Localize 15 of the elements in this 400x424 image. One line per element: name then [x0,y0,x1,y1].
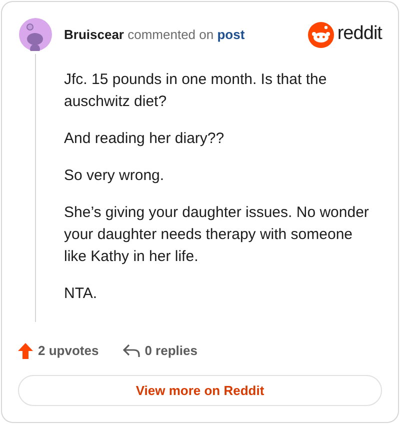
comment-paragraph: NTA. [64,284,98,304]
reply-count: 0 replies [144,342,198,360]
post-link[interactable]: post [217,26,245,42]
comment-paragraph: So very wrong. [64,166,166,186]
reply-icon[interactable] [122,344,140,358]
view-more-button[interactable]: View more on Reddit [18,375,382,406]
comment-paragraph: Jfc. 15 pounds in one month. Is that the auschwitz diet? [64,70,328,112]
comment-paragraph: And reading her diary?? [64,129,226,149]
upvote-count: 2 upvotes [38,342,99,360]
reddit-logo-icon [308,22,334,48]
avatar-icon [18,18,52,51]
upvote-arrow-icon[interactable] [18,343,33,359]
brand-name: reddit [337,22,382,46]
comment-byline: Bruiscear commented on post [64,26,245,44]
comment-paragraph: She’s giving your daughter issues. No wonder your daughter needs therapy with someone like Kathy in her life. [64,203,370,267]
